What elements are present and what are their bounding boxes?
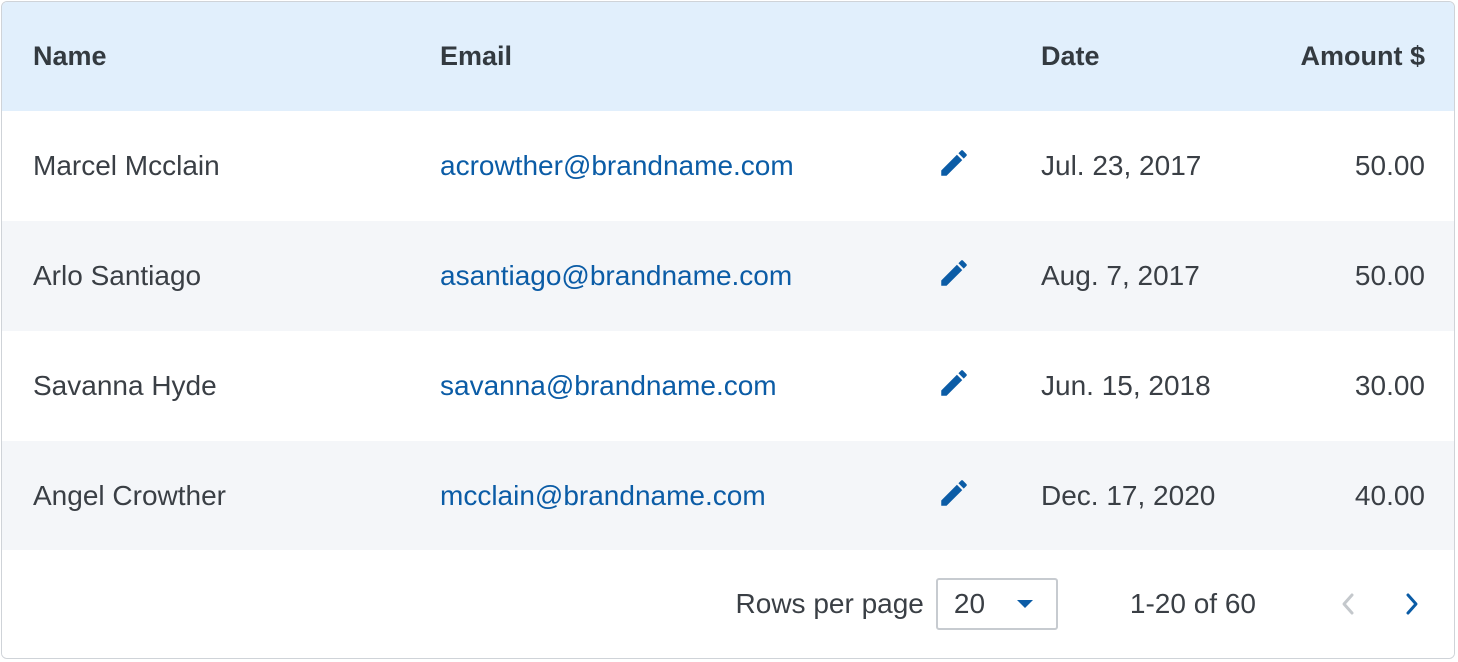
rows-per-page-select[interactable]: 20 xyxy=(935,578,1058,630)
cell-email: asantiago@brandname.com xyxy=(440,221,928,331)
cell-date: Jun. 15, 2018 xyxy=(1041,370,1211,401)
table-row: Savanna Hyde savanna@brandname.com Jun. … xyxy=(2,331,1454,441)
column-header-email[interactable]: Email xyxy=(440,2,928,111)
table-header-row: Name Email Date Amount $ xyxy=(2,2,1454,111)
next-page-button[interactable] xyxy=(1388,580,1436,628)
chevron-right-icon xyxy=(1406,593,1418,615)
chevron-left-icon xyxy=(1342,593,1354,615)
edit-button[interactable] xyxy=(936,475,972,511)
pagination-bar: Rows per page 20 1-20 of 60 xyxy=(2,550,1454,658)
cell-amount: 50.00 xyxy=(1354,260,1425,291)
data-table-card: Name Email Date Amount $ Marcel Mcclain … xyxy=(1,1,1455,659)
pencil-icon xyxy=(941,480,967,506)
cell-email: mcclain@brandname.com xyxy=(440,441,928,551)
pagination-range: 1-20 of 60 xyxy=(1129,588,1256,619)
cell-email: savanna@brandname.com xyxy=(440,331,928,441)
table-row: Marcel Mcclain acrowther@brandname.com J… xyxy=(2,111,1454,221)
column-header-amount[interactable]: Amount $ xyxy=(1281,2,1454,111)
cell-amount: 50.00 xyxy=(1354,150,1425,181)
pencil-icon xyxy=(941,150,967,176)
cell-name: Savanna Hyde xyxy=(33,370,217,401)
cell-edit xyxy=(928,441,1041,551)
column-header-date[interactable]: Date xyxy=(1041,2,1281,111)
email-link[interactable]: asantiago@brandname.com xyxy=(440,260,792,291)
cell-edit xyxy=(928,331,1041,441)
previous-page-button[interactable] xyxy=(1324,580,1372,628)
caret-down-icon xyxy=(1016,600,1033,608)
edit-button[interactable] xyxy=(936,365,972,401)
pencil-icon xyxy=(941,260,967,286)
cell-email: acrowther@brandname.com xyxy=(440,111,928,221)
data-table: Name Email Date Amount $ Marcel Mcclain … xyxy=(2,2,1454,551)
edit-button[interactable] xyxy=(936,255,972,291)
rows-per-page-label: Rows per page xyxy=(735,588,924,619)
email-link[interactable]: mcclain@brandname.com xyxy=(440,480,766,511)
cell-name: Arlo Santiago xyxy=(33,260,202,291)
cell-edit xyxy=(928,221,1041,331)
rows-per-page-value: 20 xyxy=(953,588,986,619)
cell-date: Aug. 7, 2017 xyxy=(1041,260,1200,291)
email-link[interactable]: savanna@brandname.com xyxy=(440,370,777,401)
cell-name: Angel Crowther xyxy=(33,480,226,511)
cell-date: Dec. 17, 2020 xyxy=(1041,480,1216,511)
cell-date: Jul. 23, 2017 xyxy=(1041,150,1202,181)
edit-button[interactable] xyxy=(936,145,972,181)
cell-name: Marcel Mcclain xyxy=(33,150,220,181)
column-header-edit xyxy=(928,2,1041,111)
table-row: Arlo Santiago asantiago@brandname.com Au… xyxy=(2,221,1454,331)
pencil-icon xyxy=(941,370,967,396)
cell-amount: 40.00 xyxy=(1354,480,1425,511)
column-header-name[interactable]: Name xyxy=(2,2,440,111)
email-link[interactable]: acrowther@brandname.com xyxy=(440,150,794,181)
cell-edit xyxy=(928,111,1041,221)
table-row: Angel Crowther mcclain@brandname.com Dec… xyxy=(2,441,1454,551)
cell-amount: 30.00 xyxy=(1354,370,1425,401)
